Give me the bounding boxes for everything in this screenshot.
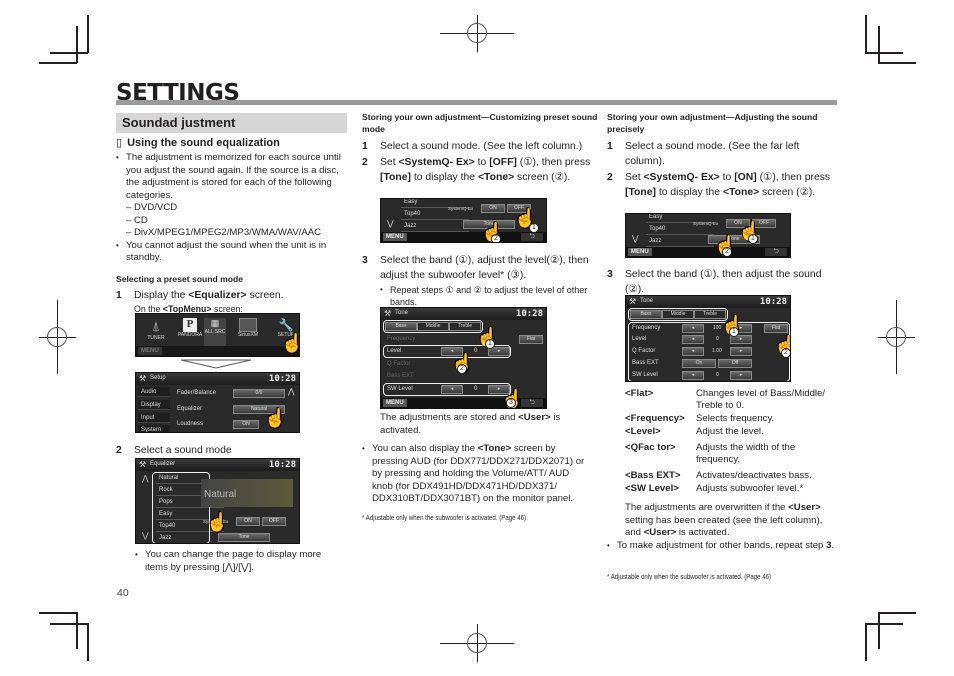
scroll-down-icon: ⋁ <box>632 234 639 243</box>
callout-1: 1 <box>748 234 758 244</box>
definition-row: <Flat> Changes level of Bass/Middle/ Treb… <box>625 388 826 411</box>
definition-row: <QFac tor> Adjusts the width of the frequ… <box>625 442 796 465</box>
scroll-down-icon: ⋁ <box>142 531 149 540</box>
page-number: 40 <box>117 587 129 599</box>
tone-screenshot: ⚒ Tone 10:28 Bass Middle Treble Frequenc… <box>625 295 791 382</box>
subheading: ▯ Using the sound equalization <box>116 137 280 149</box>
callout-2: 2 <box>722 247 732 257</box>
bullet-standby: You cannot adjust the sound when the uni… <box>116 240 348 265</box>
step-3: 3 Select the band (①), then adjust the so… <box>607 269 822 295</box>
bullet-memorized: The adjustment is memorized for each sou… <box>116 152 348 202</box>
equalization-notes: The adjustment is memorized for each sou… <box>116 152 348 265</box>
back-icon: ⮌ <box>521 233 543 241</box>
topmenu-screenshot: ⍋ TUNER P PANDORA ▦ ALL SRC SiriusXM 🔧 SETUP… <box>135 313 300 357</box>
column-1: ▯Using the sound equalization The adjust… <box>116 136 348 315</box>
menu-button: MENU <box>383 233 407 241</box>
callout-1: 1 <box>529 223 539 233</box>
scroll-up-icon: ⋀ <box>288 387 295 396</box>
step-3: 3 Select the band (①), adjust the level(②… <box>362 255 589 281</box>
definition-row: <Bass EXT> Activates/deactivates bass. <box>625 470 812 481</box>
callout-1: 1 <box>485 339 495 349</box>
category-item: – DivX/MPEG1/MPEG2/MP3/WMA/WAV/AAC <box>126 227 322 238</box>
callout-1: 1 <box>729 327 739 337</box>
siriusxm-tile: SiriusXM <box>228 318 268 346</box>
step-1: 1 Select a sound mode. (See the left colu… <box>362 141 583 152</box>
step-2: 2 Set <SystemQ- Ex> to [ON] (①), then pre… <box>607 172 831 198</box>
pointing-hand-icon: ☝ <box>281 334 299 352</box>
scroll-down-icon: ⋁ <box>387 219 394 228</box>
title-rule <box>116 100 837 105</box>
pointing-hand-icon: ☝ <box>206 512 229 532</box>
down-arrow-icon <box>180 359 252 369</box>
step-1: 1 Display the <Equalizer> screen. <box>116 290 284 301</box>
precise-heading: Storing your own adjustment—Adjusting th… <box>607 112 818 134</box>
radio-icon <box>239 318 257 332</box>
category-item: – CD <box>126 214 148 226</box>
callout-3: 3 <box>506 398 516 408</box>
definition-row: <Level> Adjust the level. <box>625 426 764 437</box>
customizing-heading: Storing your own adjustment—Customizing … <box>362 112 598 134</box>
column-3-step-3: 3 Select the band (①), then adjust the so… <box>607 267 839 297</box>
section-marker-icon: ▯ <box>116 137 123 149</box>
column-3: Storing your own adjustment—Adjusting th… <box>607 112 839 200</box>
aud-note: You can also display the <Tone> screen b… <box>362 443 592 506</box>
tone-screenshot: ⚒ Tone 10:28 Bass Middle Treble Frequenc… <box>380 307 547 409</box>
back-icon: ⮌ <box>521 399 543 407</box>
step-2: 2 Select a sound mode <box>116 445 232 456</box>
setup-icon: ⚒ <box>139 460 147 469</box>
step-1: 1 Select a sound mode. (See the far left … <box>607 141 800 167</box>
callout-2: 2 <box>781 348 790 358</box>
wrench-icon: 🔧 <box>278 318 294 332</box>
setup-icon: ⚒ <box>629 297 637 306</box>
stored-note: The adjustments are stored and <User> is… <box>380 412 561 436</box>
repeat-step-note: To make adjustment for other bands, repe… <box>607 540 839 553</box>
footnote: * Adjustable only when the subwoofer is … <box>362 513 527 522</box>
section-heading: Soundad justment <box>116 113 347 133</box>
step-2-note: You can change the page to display more … <box>135 549 345 574</box>
setup-icon: ⚒ <box>384 309 392 318</box>
menu-button: MENU <box>628 248 652 256</box>
tone-button-screenshot: Easy Top40 Jazz ⋁ SystemQ-Ex ON OFF Tone… <box>625 213 791 258</box>
equalizer-screenshot: ⚒ Equalizer 10:28 ⋀ ⋁ Natural Rock Pops … <box>135 458 300 544</box>
definitions-list: <Flat> Changes level of Bass/Middle/ Treb… <box>625 388 840 496</box>
column-2-step-3: 3 Select the band (①), adjust the level(②… <box>362 253 598 308</box>
category-item: – DVD/VCD <box>126 202 178 213</box>
callout-2: 2 <box>457 364 467 374</box>
setup-screenshot: ⚒ Setup 10:28 Audio Display Input System… <box>135 372 300 433</box>
setup-icon: ⚒ <box>139 374 147 383</box>
callout-2: 2 <box>491 234 501 242</box>
definition-row: <SW Level> Adjusts subwoofer level.* <box>625 483 804 494</box>
step-2: 2 Set <SystemQ- Ex> to [OFF] (①), then pr… <box>362 157 591 183</box>
grid-icon: ▦ <box>210 318 220 328</box>
column-2: Storing your own adjustment—Customizing … <box>362 112 598 185</box>
tone-button-screenshot: Easy Top40 Jazz ⋁ SystemQ-Ex ON OFF Tone… <box>380 198 547 243</box>
pointing-hand-icon: ☝ <box>264 408 287 428</box>
mode-preview: Natural <box>201 479 293 507</box>
all-src-tile: ▦ ALL SRC <box>204 318 226 346</box>
back-icon: ⮌ <box>765 248 787 256</box>
preset-heading: Selecting a preset sound mode <box>116 273 244 284</box>
definition-row: <Frequency> Selects frequency. <box>625 413 775 424</box>
footnote: * Adjustable only when the subwoofer is … <box>607 572 772 581</box>
scroll-up-icon: ⋀ <box>142 474 149 483</box>
overwrite-note: The adjustments are overwritten if the <… <box>625 502 823 538</box>
menu-button: MENU <box>138 347 162 355</box>
repeat-note: Repeat steps ① and ② to adjust the level… <box>380 284 598 308</box>
menu-button: MENU <box>383 399 407 407</box>
pandora-icon: P <box>183 318 197 332</box>
